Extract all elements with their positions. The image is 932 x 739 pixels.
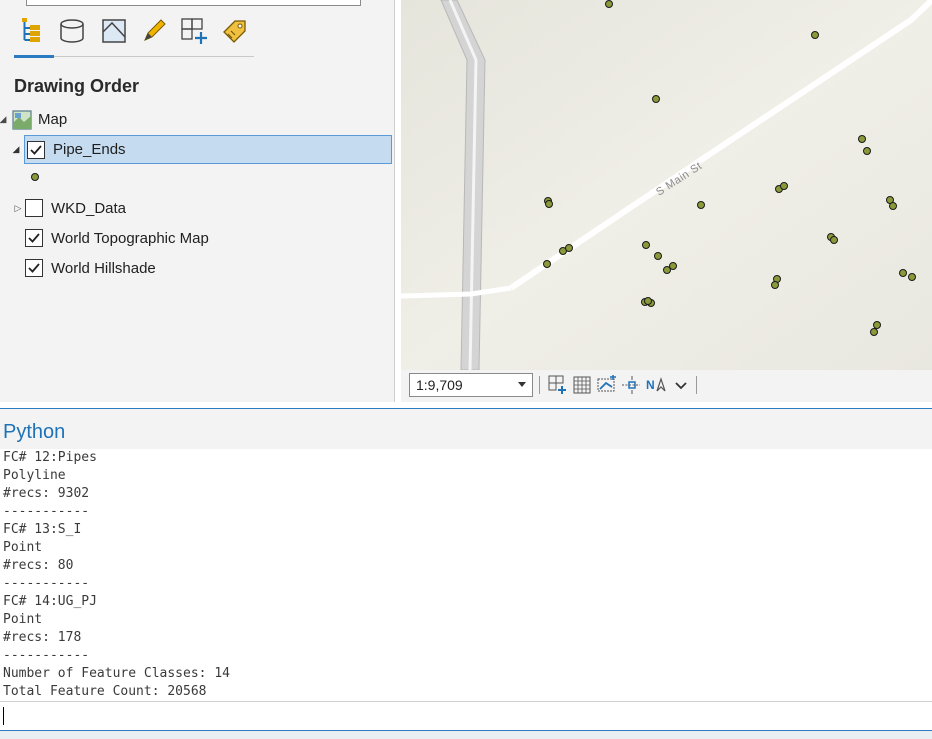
toolbar-separator (696, 376, 697, 394)
pipe-end-point[interactable] (830, 236, 838, 244)
console-line: ----------- (3, 648, 90, 663)
pipe-end-point[interactable] (870, 328, 878, 336)
north-arrow-icon[interactable]: N (645, 374, 667, 396)
python-header: Python (0, 409, 932, 449)
point-symbol-icon (31, 173, 39, 181)
pane-title: Python (3, 421, 66, 443)
pipe-end-point[interactable] (863, 147, 871, 155)
console-line: #recs: 80 (3, 558, 74, 573)
pipe-end-point[interactable] (654, 252, 662, 260)
layer-checkbox[interactable] (25, 229, 43, 247)
map-view[interactable]: S Main St (401, 0, 932, 370)
scale-dropdown[interactable]: 1:9,709 (409, 373, 533, 397)
python-input[interactable] (0, 701, 932, 731)
active-tab-indicator (14, 55, 54, 58)
console-line: FC# 12:Pipes (3, 450, 97, 465)
contents-pane: Drawing Order ◢ Map Pipe_Ends ◢ ▷ WKD_Da… (0, 0, 395, 402)
console-line: ----------- (3, 504, 90, 519)
python-output: FC# 12:Pipes Polyline #recs: 9302 ---------… (3, 449, 923, 701)
snapping-toggle-icon[interactable] (596, 374, 618, 396)
add-graphics-icon[interactable] (547, 374, 569, 396)
contents-toolbar (14, 14, 254, 60)
pipe-end-point[interactable] (565, 244, 573, 252)
collapse-triangle-icon[interactable]: ◢ (0, 114, 8, 125)
tree-item-label: Pipe_Ends (53, 141, 126, 158)
layer-checkbox[interactable] (27, 140, 45, 159)
map-status-bar: 1:9,709 N (401, 370, 932, 402)
tree-item-world-hillshade[interactable]: World Hillshade (25, 254, 385, 282)
pipe-end-point[interactable] (780, 182, 788, 190)
tree-item-label: Map (38, 111, 68, 128)
console-line: FC# 13:S_I (3, 522, 82, 537)
pipe-end-point[interactable] (605, 0, 613, 8)
tree-item-label: World Topographic Map (51, 229, 209, 247)
pipe-end-point[interactable] (811, 31, 819, 39)
console-line: Total Feature Count: 20568 (3, 684, 207, 699)
chevron-down-icon[interactable] (670, 374, 692, 396)
pipe-end-point[interactable] (889, 202, 897, 210)
tree-item-pipe-ends[interactable]: Pipe_Ends (24, 135, 392, 164)
dropdown-caret-icon[interactable] (518, 382, 526, 387)
tree-item-world-topographic-map[interactable]: World Topographic Map (25, 224, 385, 252)
console-line: ----------- (3, 576, 90, 591)
pane-title: Drawing Order (14, 76, 140, 96)
console-line: FC# 14:UG_PJ (3, 594, 97, 609)
pipe-end-point[interactable] (642, 241, 650, 249)
tree-item-label: WKD_Data (51, 199, 127, 217)
snapping-icon[interactable] (178, 14, 210, 48)
console-line: Polyline (3, 468, 66, 483)
drawing-order-icon[interactable] (16, 14, 48, 48)
console-line: Point (3, 540, 43, 555)
map-canvas[interactable]: S Main St (401, 0, 932, 370)
layer-checkbox[interactable] (25, 259, 43, 277)
pipe-end-point[interactable] (899, 269, 907, 277)
pipe-end-point[interactable] (908, 273, 916, 281)
console-line: Number of Feature Classes: 14 (3, 666, 230, 681)
expand-triangle-icon[interactable]: ▷ (13, 203, 23, 214)
tree-item-wkd-data[interactable]: WKD_Data (25, 194, 385, 222)
scale-value: 1:9,709 (416, 377, 463, 393)
selection-icon[interactable] (98, 14, 130, 48)
pipe-end-point[interactable] (771, 281, 779, 289)
toolbar-separator (539, 376, 540, 394)
python-pane: Python FC# 12:Pipes Polyline #recs: 9302 --… (0, 408, 932, 739)
svg-text:N: N (646, 378, 655, 392)
grid-icon[interactable] (571, 374, 593, 396)
pipe-end-point[interactable] (858, 135, 866, 143)
text-caret (3, 707, 4, 725)
status-strip (0, 731, 932, 739)
pipe-end-point[interactable] (873, 321, 881, 329)
pipe-end-point[interactable] (652, 95, 660, 103)
pipe-end-point[interactable] (663, 266, 671, 274)
pipe-end-point[interactable] (543, 260, 551, 268)
console-line: #recs: 178 (3, 630, 82, 645)
tree-item-label: World Hillshade (51, 259, 156, 277)
search-input[interactable] (26, 0, 361, 6)
tree-item-map[interactable]: ◢ Map (0, 106, 380, 134)
pipe-end-point[interactable] (545, 200, 553, 208)
labeling-icon[interactable] (218, 14, 250, 48)
pipe-end-point[interactable] (697, 201, 705, 209)
data-source-icon[interactable] (56, 14, 88, 48)
console-line: Point (3, 612, 43, 627)
editing-icon[interactable] (138, 14, 170, 48)
console-line: #recs: 9302 (3, 486, 90, 501)
collapse-triangle-icon[interactable]: ◢ (11, 144, 21, 155)
measure-icon[interactable] (620, 374, 642, 396)
map-icon (12, 110, 32, 130)
layer-checkbox[interactable] (25, 199, 43, 217)
pipe-end-point[interactable] (644, 297, 652, 305)
